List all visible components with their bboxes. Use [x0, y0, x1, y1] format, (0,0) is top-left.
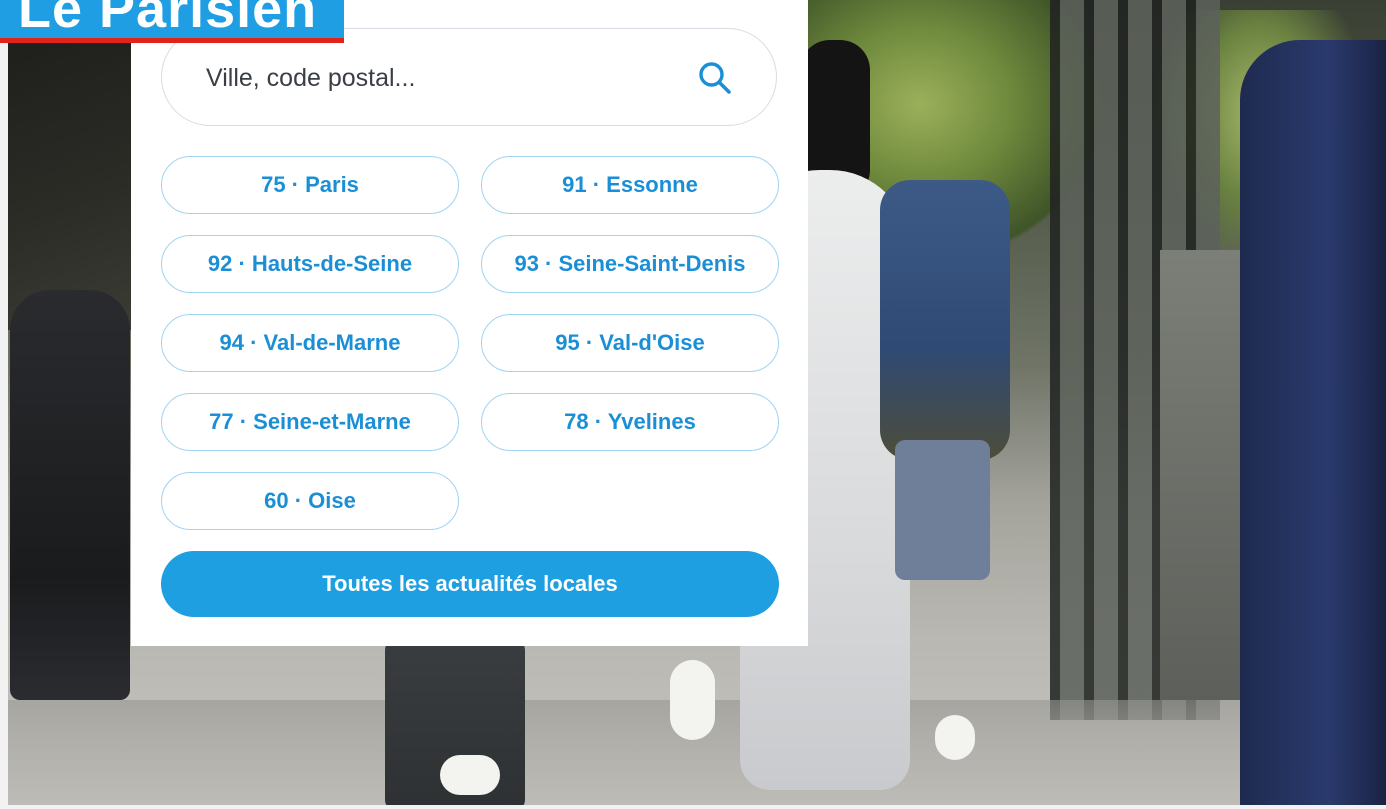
department-button-75[interactable]: 75 · Paris	[161, 156, 459, 214]
logo-text: Le Parisien	[18, 0, 318, 39]
pedestrian	[10, 290, 130, 700]
department-button-78[interactable]: 78 · Yvelines	[481, 393, 779, 451]
pedestrian-shorts	[895, 440, 990, 580]
pedestrian-coat	[1240, 40, 1386, 809]
site-logo[interactable]: Le Parisien	[0, 0, 344, 43]
department-button-92[interactable]: 92 · Hauts-de-Seine	[161, 235, 459, 293]
search-icon[interactable]	[698, 61, 732, 95]
department-button-95[interactable]: 95 · Val-d'Oise	[481, 314, 779, 372]
station-canopy	[0, 0, 140, 330]
sneaker	[670, 660, 715, 740]
sneaker	[935, 715, 975, 760]
frame-edge	[0, 0, 8, 809]
sneaker	[440, 755, 500, 795]
department-button-93[interactable]: 93 · Seine-Saint-Denis	[481, 235, 779, 293]
backpack	[880, 180, 1010, 460]
department-button-94[interactable]: 94 · Val-de-Marne	[161, 314, 459, 372]
search-input[interactable]	[204, 51, 668, 105]
local-news-panel: 75 · Paris 91 · Essonne 92 · Hauts-de-Se…	[131, 0, 808, 646]
frame-edge	[0, 805, 1386, 809]
department-button-77[interactable]: 77 · Seine-et-Marne	[161, 393, 459, 451]
all-local-news-button[interactable]: Toutes les actualités locales	[161, 551, 779, 617]
department-button-91[interactable]: 91 · Essonne	[481, 156, 779, 214]
department-button-60[interactable]: 60 · Oise	[161, 472, 459, 530]
